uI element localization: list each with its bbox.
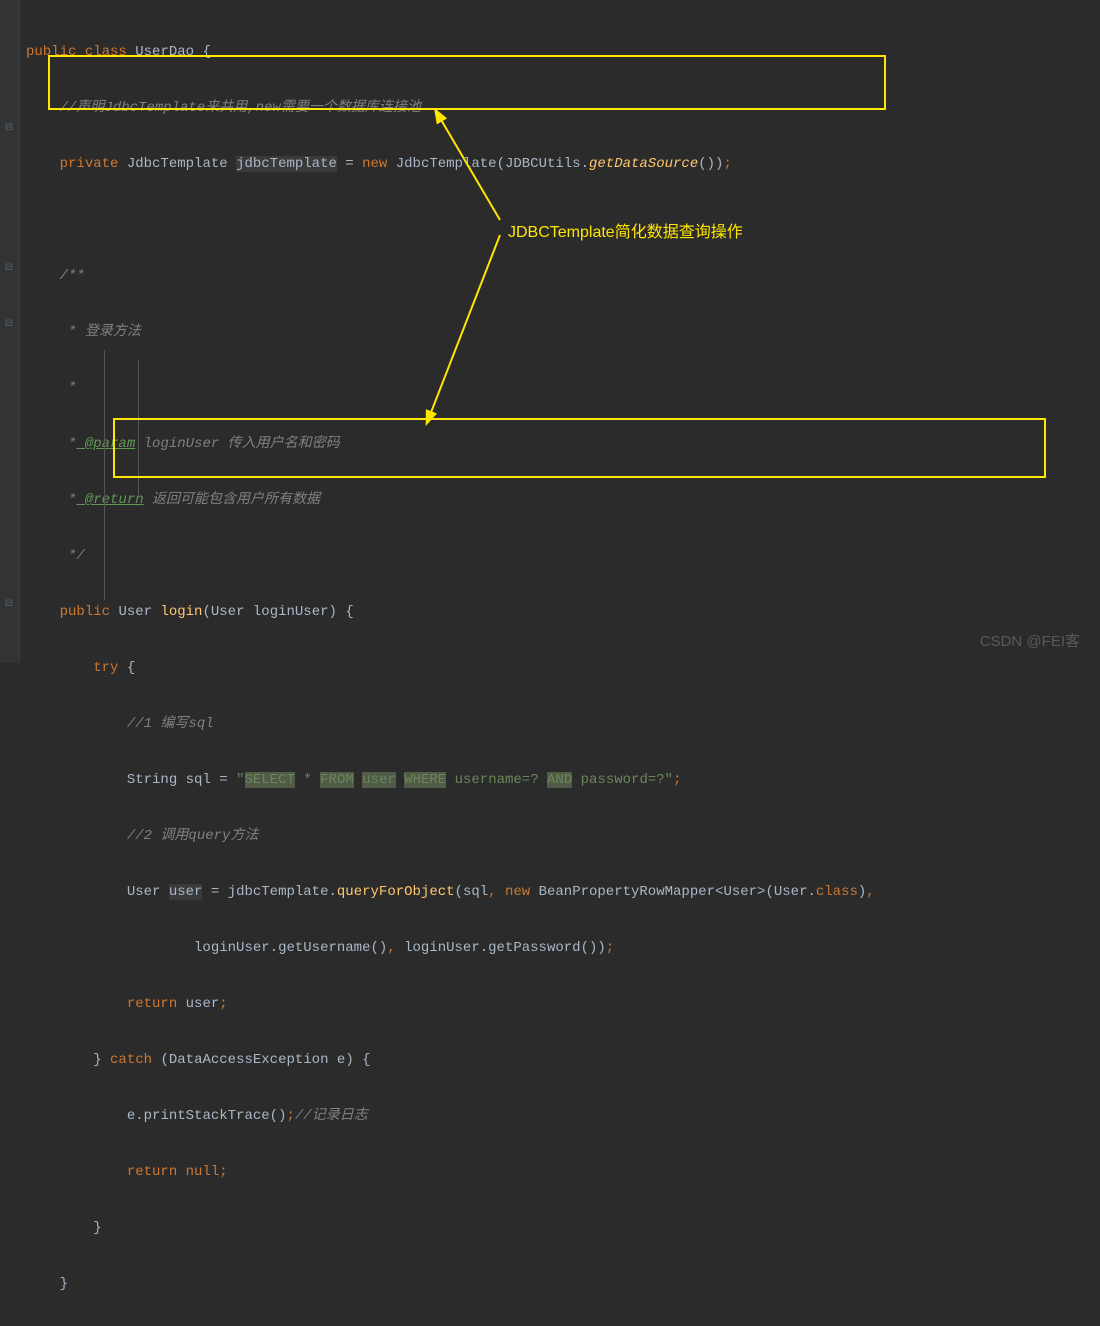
code-line: //声明JdbcTemplate来共用,new需要一个数据库连接池 bbox=[26, 94, 875, 122]
fold-icon[interactable]: ⊟ bbox=[3, 598, 15, 610]
code-line: * @return 返回可能包含用户所有数据 bbox=[26, 486, 875, 514]
code-line: User user = jdbcTemplate.queryForObject(… bbox=[26, 878, 875, 906]
code-line: //1 编写sql bbox=[26, 710, 875, 738]
fold-icon[interactable]: ⊟ bbox=[3, 122, 15, 134]
indent-guide bbox=[138, 360, 139, 495]
code-line: return user; bbox=[26, 990, 875, 1018]
code-line: /** bbox=[26, 262, 875, 290]
code-line: e.printStackTrace();//记录日志 bbox=[26, 1102, 875, 1130]
code-line: } bbox=[26, 1270, 875, 1298]
code-line: */ bbox=[26, 542, 875, 570]
fold-icon[interactable]: ⊟ bbox=[3, 318, 15, 330]
editor-gutter: ⊟ ⊟ ⊟ ⊟ bbox=[0, 0, 20, 663]
fold-icon[interactable]: ⊟ bbox=[3, 262, 15, 274]
code-line: private JdbcTemplate jdbcTemplate = new … bbox=[26, 150, 875, 178]
code-line: * 登录方法 bbox=[26, 318, 875, 346]
code-line: loginUser.getUsername(), loginUser.getPa… bbox=[26, 934, 875, 962]
code-line: String sql = "SELECT * FROM user WHERE u… bbox=[26, 766, 875, 794]
indent-guide bbox=[104, 350, 105, 600]
code-editor-content[interactable]: public class UserDao { //声明JdbcTemplate来… bbox=[26, 10, 875, 1326]
code-line: return null; bbox=[26, 1158, 875, 1186]
code-line: } bbox=[26, 1214, 875, 1242]
code-line: //2 调用query方法 bbox=[26, 822, 875, 850]
code-line bbox=[26, 206, 875, 234]
code-line: * @param loginUser 传入用户名和密码 bbox=[26, 430, 875, 458]
code-line: public class UserDao { bbox=[26, 38, 875, 66]
code-line: } catch (DataAccessException e) { bbox=[26, 1046, 875, 1074]
watermark-text: CSDN @FEI客 bbox=[980, 630, 1080, 651]
code-line: try { bbox=[26, 654, 875, 682]
code-line: * bbox=[26, 374, 875, 402]
code-line: public User login(User loginUser) { bbox=[26, 598, 875, 626]
